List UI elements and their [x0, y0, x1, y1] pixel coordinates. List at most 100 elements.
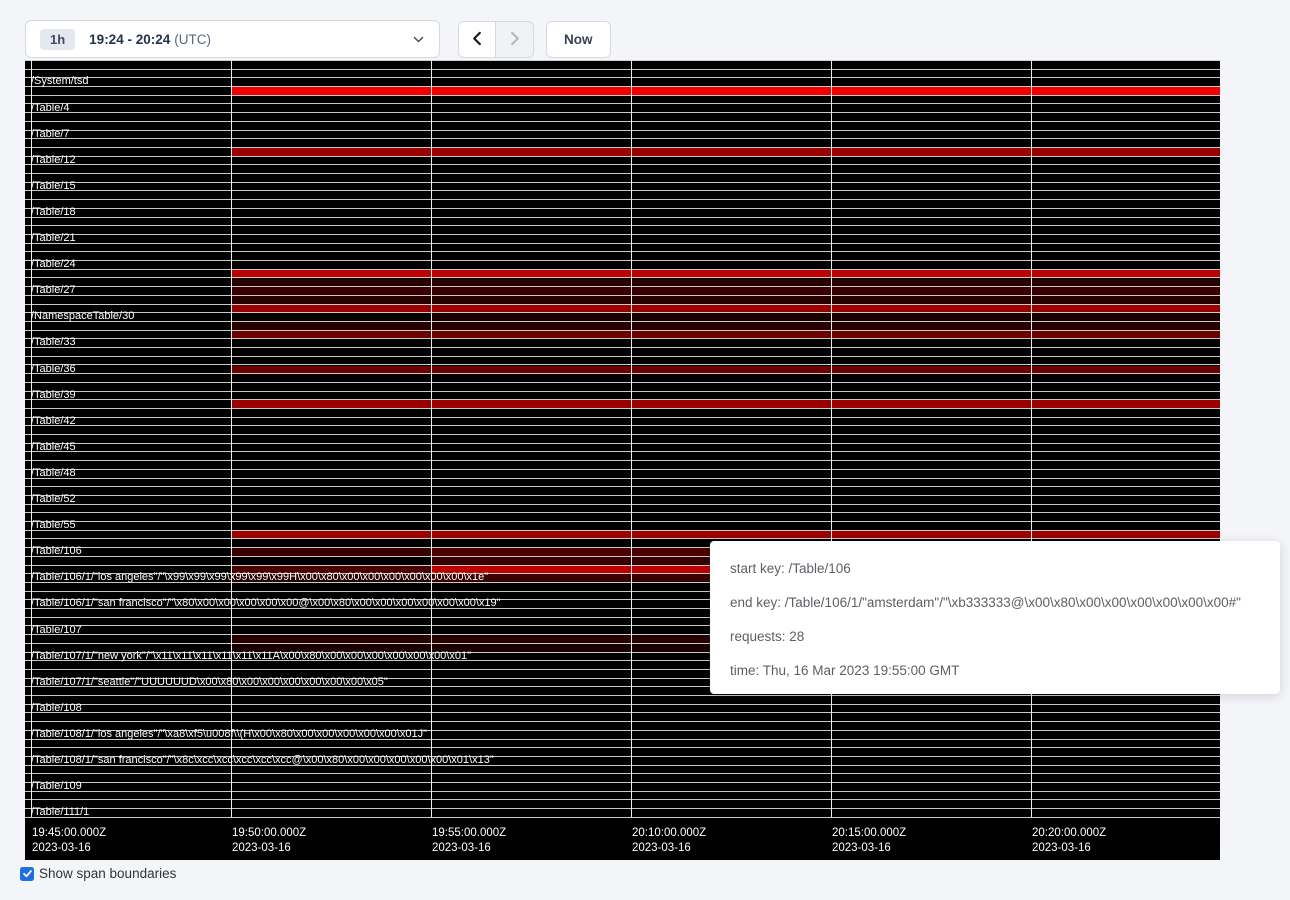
time-range-select[interactable]: 1h 19:24 - 20:24(UTC) — [25, 20, 440, 58]
heatmap-span-cell[interactable] — [1031, 87, 1220, 95]
heatmap-row[interactable] — [25, 453, 1220, 462]
heatmap-span-cell[interactable] — [431, 287, 631, 295]
heatmap-span-cell[interactable] — [1031, 270, 1220, 278]
heatmap-row[interactable] — [25, 792, 1220, 801]
heatmap-span-cell[interactable] — [831, 331, 1031, 339]
heatmap-span-cell[interactable] — [1031, 331, 1220, 339]
heatmap-row[interactable] — [25, 174, 1220, 183]
heatmap-span-cell[interactable] — [431, 148, 631, 156]
heatmap-row[interactable] — [25, 383, 1220, 392]
heatmap-row[interactable] — [25, 131, 1220, 140]
heatmap-row[interactable] — [25, 435, 1220, 444]
heatmap-span-cell[interactable] — [831, 400, 1031, 408]
heatmap-row[interactable] — [25, 148, 1220, 157]
heatmap-span-cell[interactable] — [631, 531, 831, 539]
heatmap-span-cell[interactable] — [631, 296, 831, 304]
heatmap-span-cell[interactable] — [231, 296, 431, 304]
heatmap-row[interactable] — [25, 313, 1220, 322]
heatmap-row[interactable] — [25, 270, 1220, 279]
heatmap-span-cell[interactable] — [231, 305, 431, 313]
heatmap-span-cell[interactable] — [631, 313, 831, 321]
heatmap-row[interactable] — [25, 252, 1220, 261]
heatmap-row[interactable] — [25, 409, 1220, 418]
heatmap-row[interactable] — [25, 105, 1220, 114]
heatmap-span-cell[interactable] — [1031, 366, 1220, 374]
heatmap-row[interactable] — [25, 331, 1220, 340]
heatmap-span-cell[interactable] — [231, 331, 431, 339]
heatmap-row[interactable] — [25, 87, 1220, 96]
heatmap-span-cell[interactable] — [831, 279, 1031, 287]
heatmap-span-cell[interactable] — [631, 87, 831, 95]
heatmap-span-cell[interactable] — [231, 148, 431, 156]
heatmap-row[interactable] — [25, 479, 1220, 488]
heatmap-row[interactable] — [25, 165, 1220, 174]
heatmap-span-cell[interactable] — [431, 400, 631, 408]
heatmap-span-cell[interactable] — [631, 322, 831, 330]
heatmap-row[interactable] — [25, 522, 1220, 531]
heatmap-span-cell[interactable] — [231, 531, 431, 539]
heatmap-row[interactable] — [25, 96, 1220, 105]
heatmap-span-cell[interactable] — [631, 366, 831, 374]
heatmap-span-cell[interactable] — [1031, 287, 1220, 295]
heatmap-row[interactable] — [25, 218, 1220, 227]
heatmap-row[interactable] — [25, 78, 1220, 87]
heatmap-span-cell[interactable] — [431, 279, 631, 287]
heatmap-row[interactable] — [25, 696, 1220, 705]
heatmap-row[interactable] — [25, 426, 1220, 435]
heatmap-row[interactable] — [25, 461, 1220, 470]
heatmap-span-cell[interactable] — [231, 548, 431, 556]
heatmap-row[interactable] — [25, 714, 1220, 723]
heatmap-row[interactable] — [25, 183, 1220, 192]
heatmap-span-cell[interactable] — [631, 331, 831, 339]
heatmap-span-cell[interactable] — [231, 287, 431, 295]
heatmap-span-cell[interactable] — [631, 270, 831, 278]
heatmap-row[interactable] — [25, 296, 1220, 305]
heatmap-span-cell[interactable] — [831, 296, 1031, 304]
heatmap-span-cell[interactable] — [831, 270, 1031, 278]
heatmap-row[interactable] — [25, 339, 1220, 348]
heatmap-row[interactable] — [25, 261, 1220, 270]
heatmap-row[interactable] — [25, 122, 1220, 131]
heatmap-span-cell[interactable] — [631, 400, 831, 408]
heatmap-span-cell[interactable] — [1031, 296, 1220, 304]
heatmap-row[interactable] — [25, 783, 1220, 792]
heatmap-span-cell[interactable] — [1031, 400, 1220, 408]
heatmap-span-cell[interactable] — [431, 548, 631, 556]
heatmap-row[interactable] — [25, 113, 1220, 122]
heatmap-span-cell[interactable] — [431, 366, 631, 374]
heatmap-span-cell[interactable] — [631, 287, 831, 295]
heatmap-row[interactable] — [25, 244, 1220, 253]
heatmap-span-cell[interactable] — [831, 305, 1031, 313]
heatmap-row[interactable] — [25, 279, 1220, 288]
heatmap-span-cell[interactable] — [431, 557, 631, 565]
heatmap-span-cell[interactable] — [431, 270, 631, 278]
heatmap-span-cell[interactable] — [831, 87, 1031, 95]
heatmap-row[interactable] — [25, 487, 1220, 496]
heatmap-row[interactable] — [25, 357, 1220, 366]
heatmap-span-cell[interactable] — [831, 366, 1031, 374]
heatmap-span-cell[interactable] — [631, 148, 831, 156]
heatmap-span-cell[interactable] — [431, 296, 631, 304]
heatmap-row[interactable] — [25, 70, 1220, 79]
now-button[interactable]: Now — [546, 21, 611, 58]
heatmap-row[interactable] — [25, 61, 1220, 70]
heatmap-row[interactable] — [25, 513, 1220, 522]
heatmap-span-cell[interactable] — [231, 87, 431, 95]
heatmap-row[interactable] — [25, 774, 1220, 783]
heatmap-row[interactable] — [25, 740, 1220, 749]
heatmap-span-cell[interactable] — [1031, 148, 1220, 156]
heatmap-span-cell[interactable] — [431, 531, 631, 539]
heatmap-span-cell[interactable] — [431, 322, 631, 330]
heatmap-span-cell[interactable] — [431, 87, 631, 95]
heatmap-span-cell[interactable] — [231, 400, 431, 408]
heatmap-span-cell[interactable] — [1031, 279, 1220, 287]
heatmap-row[interactable] — [25, 809, 1220, 818]
heatmap-span-cell[interactable] — [1031, 322, 1220, 330]
heatmap-span-cell[interactable] — [431, 635, 631, 643]
heatmap-row[interactable] — [25, 348, 1220, 357]
heatmap-span-cell[interactable] — [831, 531, 1031, 539]
heatmap-row[interactable] — [25, 505, 1220, 514]
heatmap-row[interactable] — [25, 470, 1220, 479]
heatmap-span-cell[interactable] — [1031, 313, 1220, 321]
heatmap-row[interactable] — [25, 374, 1220, 383]
